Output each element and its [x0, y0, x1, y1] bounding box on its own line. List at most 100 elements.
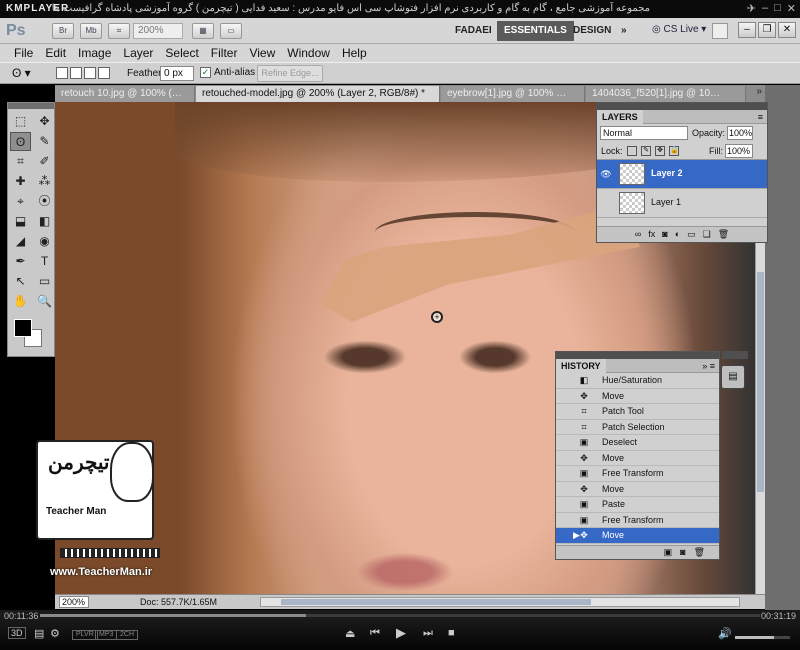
path-selection-tool-icon[interactable]: ↖	[10, 272, 31, 291]
new-snapshot-icon[interactable]: ◙	[680, 546, 685, 559]
horizontal-scroll-thumb[interactable]	[281, 599, 591, 605]
gradient-tool-icon[interactable]: ◧	[34, 212, 55, 231]
menu-layer[interactable]: Layer	[117, 44, 159, 62]
fill-input[interactable]: 100%	[725, 144, 753, 158]
tab-eyebrow[interactable]: eyebrow[1].jpg @ 100% …	[441, 86, 585, 102]
layers-panel-title[interactable]: LAYERS	[597, 110, 643, 124]
menu-select[interactable]: Select	[159, 44, 204, 62]
layer-thumbnail[interactable]	[619, 192, 645, 214]
menu-image[interactable]: Image	[72, 44, 117, 62]
side-dock-grip[interactable]	[722, 351, 748, 359]
hand-tool-icon[interactable]: ✋	[10, 292, 31, 311]
workspace-fadaei[interactable]: FADAEI	[448, 21, 499, 41]
seek-track[interactable]	[40, 614, 760, 617]
lasso-tool-preset-icon[interactable]: ʘ ▾	[12, 66, 42, 82]
refine-edge-button[interactable]: Refine Edge...	[257, 65, 323, 82]
menu-window[interactable]: Window	[281, 44, 336, 62]
app-close-icon[interactable]: ✕	[778, 22, 796, 38]
shape-tool-icon[interactable]: ▭	[34, 272, 55, 291]
zoom-tool-icon[interactable]: 🔍	[34, 292, 55, 311]
history-state[interactable]: ▣ Free Transform	[556, 466, 719, 482]
maximize-icon[interactable]: □	[774, 2, 781, 15]
menu-help[interactable]: Help	[336, 44, 373, 62]
add-selection-icon[interactable]	[70, 67, 82, 79]
play-icon[interactable]: ▶	[396, 625, 406, 641]
extras-button[interactable]: ⌗	[108, 23, 130, 39]
history-panel-grip[interactable]	[556, 352, 719, 359]
playlist-icon[interactable]: ▤	[34, 627, 44, 640]
crop-tool-icon[interactable]: ⌗	[10, 152, 31, 171]
type-tool-icon[interactable]: T	[34, 252, 55, 271]
app-restore-icon[interactable]: ❐	[758, 22, 776, 38]
minibridge-button[interactable]: Mb	[80, 23, 102, 39]
screen-mode-button[interactable]: ▭	[220, 23, 242, 39]
tab-1404036[interactable]: 1404036_f520[1].jpg @ 10…	[586, 86, 746, 102]
intersect-selection-icon[interactable]	[98, 67, 110, 79]
more-tabs-icon[interactable]: »	[756, 86, 762, 97]
menu-view[interactable]: View	[243, 44, 281, 62]
history-state[interactable]: ✥ Move	[556, 389, 719, 404]
lock-transparent-icon[interactable]	[627, 146, 637, 156]
new-document-from-state-icon[interactable]: ▣	[664, 546, 673, 559]
vertical-scroll-thumb[interactable]	[757, 272, 764, 492]
horizontal-scrollbar[interactable]	[260, 597, 740, 607]
panel-menu-icon[interactable]: ≡	[758, 110, 763, 124]
layer-thumbnail[interactable]	[619, 163, 645, 185]
lasso-tool-icon[interactable]: ʘ	[10, 132, 31, 151]
layer-name[interactable]: Layer 2	[651, 168, 683, 178]
lock-image-icon[interactable]: ✎	[641, 146, 651, 156]
menu-filter[interactable]: Filter	[205, 44, 244, 62]
history-state[interactable]: ✥ Move	[556, 451, 719, 466]
history-panel-title[interactable]: HISTORY	[556, 359, 606, 373]
minimize-icon[interactable]: –	[762, 2, 768, 15]
stop-icon[interactable]: ■	[448, 627, 455, 639]
layer-row-layer-2[interactable]: 👁 Layer 2	[597, 160, 767, 189]
opacity-input[interactable]: 100%	[727, 126, 753, 140]
next-icon[interactable]: ⏭	[423, 627, 433, 640]
brush-tool-icon[interactable]: ⁂	[34, 172, 55, 191]
link-layers-icon[interactable]: ∞	[635, 227, 641, 242]
lock-position-icon[interactable]: ✥	[655, 146, 665, 156]
eyedropper-tool-icon[interactable]: ✐	[34, 152, 55, 171]
layer-row-layer-1[interactable]: Layer 1	[597, 189, 767, 218]
more-workspaces-icon[interactable]: »	[614, 21, 634, 41]
clone-stamp-tool-icon[interactable]: ⌖	[10, 192, 31, 211]
subtract-selection-icon[interactable]	[84, 67, 96, 79]
healing-brush-tool-icon[interactable]: ✚	[10, 172, 31, 191]
layer-name[interactable]: Layer 1	[651, 197, 681, 207]
settings-gear-icon[interactable]: ⚙	[50, 627, 60, 640]
bridge-button[interactable]: Br	[52, 23, 74, 39]
delete-state-icon[interactable]: 🗑	[694, 546, 705, 559]
history-state[interactable]: ⌗ Patch Tool	[556, 404, 719, 420]
anti-alias-checkbox[interactable]: ✓ Anti-alias	[200, 67, 255, 78]
workspace-design[interactable]: DESIGN	[566, 21, 618, 41]
eject-icon[interactable]: ⏏	[345, 627, 355, 640]
quick-selection-tool-icon[interactable]: ✎	[34, 132, 55, 151]
blend-mode-select[interactable]: Normal	[600, 126, 688, 140]
history-panel-icon[interactable]: ▤	[721, 365, 745, 389]
history-state[interactable]: ◧ Hue/Saturation	[556, 373, 719, 389]
marquee-tool-icon[interactable]: ⬚	[10, 112, 31, 131]
feather-input[interactable]: 0 px	[160, 66, 194, 81]
visibility-eye-icon[interactable]: 👁	[600, 168, 612, 180]
adjustment-layer-icon[interactable]: ◐	[675, 227, 680, 242]
history-state[interactable]: ▶ ✥ Move	[556, 528, 719, 544]
eraser-tool-icon[interactable]: ⬓	[10, 212, 31, 231]
lock-all-icon[interactable]: 🔒	[669, 146, 679, 156]
history-state[interactable]: ✥ Move	[556, 482, 719, 497]
delete-layer-icon[interactable]: 🗑	[718, 227, 729, 242]
layers-panel-grip[interactable]	[597, 103, 767, 110]
tab-retouch-10[interactable]: retouch 10.jpg @ 100% (…	[55, 86, 195, 102]
move-tool-icon[interactable]: ✥	[34, 112, 55, 131]
menu-file[interactable]: File	[8, 44, 39, 62]
search-icon[interactable]	[712, 23, 728, 39]
history-state[interactable]: ▣ Deselect	[556, 435, 719, 451]
history-state[interactable]: ⌗ Patch Selection	[556, 420, 719, 435]
workspace-essentials[interactable]: ESSENTIALS	[497, 21, 574, 41]
pen-tool-icon[interactable]: ✒	[10, 252, 31, 271]
blur-tool-icon[interactable]: ◢	[10, 232, 31, 251]
new-selection-icon[interactable]	[56, 67, 68, 79]
seek-bar[interactable]: 00:11:36 00:31:19	[0, 610, 800, 621]
history-brush-tool-icon[interactable]: ⦿	[34, 192, 55, 211]
previous-icon[interactable]: ⏮	[370, 627, 380, 640]
